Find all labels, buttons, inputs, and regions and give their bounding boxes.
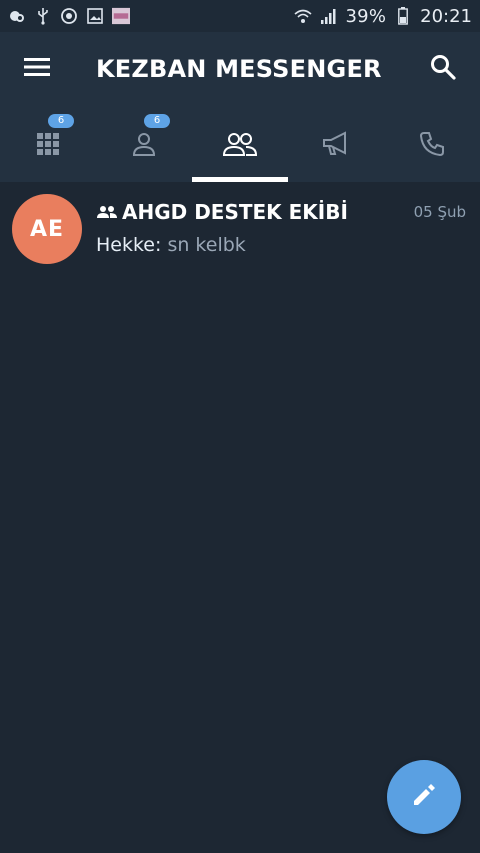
tab-bar: 6 6 — [0, 106, 480, 182]
phone-icon — [419, 131, 445, 157]
usb-icon — [34, 7, 52, 25]
status-left — [8, 7, 130, 25]
tab-groups[interactable] — [192, 106, 288, 182]
chat-list: AE AHGD DESTEK EKİBİ 05 Şub Hekke: sn ke… — [0, 182, 480, 853]
status-bar: 39% 20:21 — [0, 0, 480, 32]
search-icon — [430, 54, 456, 84]
chat-message: sn kelbk — [161, 234, 246, 256]
hamburger-menu-icon — [24, 57, 50, 81]
avatar-initials: AE — [29, 216, 65, 242]
grid-icon — [36, 132, 60, 156]
list-item[interactable]: AE AHGD DESTEK EKİBİ 05 Şub Hekke: sn ke… — [0, 182, 480, 278]
image-icon — [86, 7, 104, 25]
menu-button[interactable] — [20, 52, 54, 86]
battery-icon — [394, 7, 412, 25]
battery-percent: 39% — [345, 5, 387, 27]
status-right: 39% 20:21 — [293, 5, 472, 27]
megaphone-icon — [321, 131, 351, 157]
chat-title-row: AHGD DESTEK EKİBİ 05 Şub — [96, 200, 466, 224]
chat-date: 05 Şub — [413, 203, 466, 221]
sync-icon — [60, 7, 78, 25]
chat-title: AHGD DESTEK EKİBİ — [122, 200, 348, 224]
avatar: AE — [12, 194, 82, 264]
group-chat-icon — [96, 203, 118, 221]
tab-calls[interactable] — [384, 106, 480, 182]
tab-badge: 6 — [48, 114, 74, 128]
tab-contacts[interactable]: 6 — [96, 106, 192, 182]
app-title: KEZBAN MESSENGER — [96, 55, 382, 83]
search-button[interactable] — [426, 52, 460, 86]
person-icon — [131, 131, 157, 157]
signal-icon — [320, 7, 338, 25]
chat-sender: Hekke: — [96, 234, 162, 256]
tab-channels[interactable] — [288, 106, 384, 182]
app-thumbnail-icon — [112, 7, 130, 25]
group-icon — [222, 131, 258, 157]
compose-button[interactable] — [387, 760, 461, 834]
clock: 20:21 — [420, 5, 472, 27]
chat-preview: Hekke: sn kelbk — [96, 234, 246, 256]
tab-all[interactable]: 6 — [0, 106, 96, 182]
tab-badge: 6 — [144, 114, 170, 128]
pencil-icon — [410, 781, 438, 813]
wifi-icon — [293, 7, 312, 25]
app-bar: KEZBAN MESSENGER — [0, 32, 480, 106]
weather-icon — [8, 7, 26, 25]
